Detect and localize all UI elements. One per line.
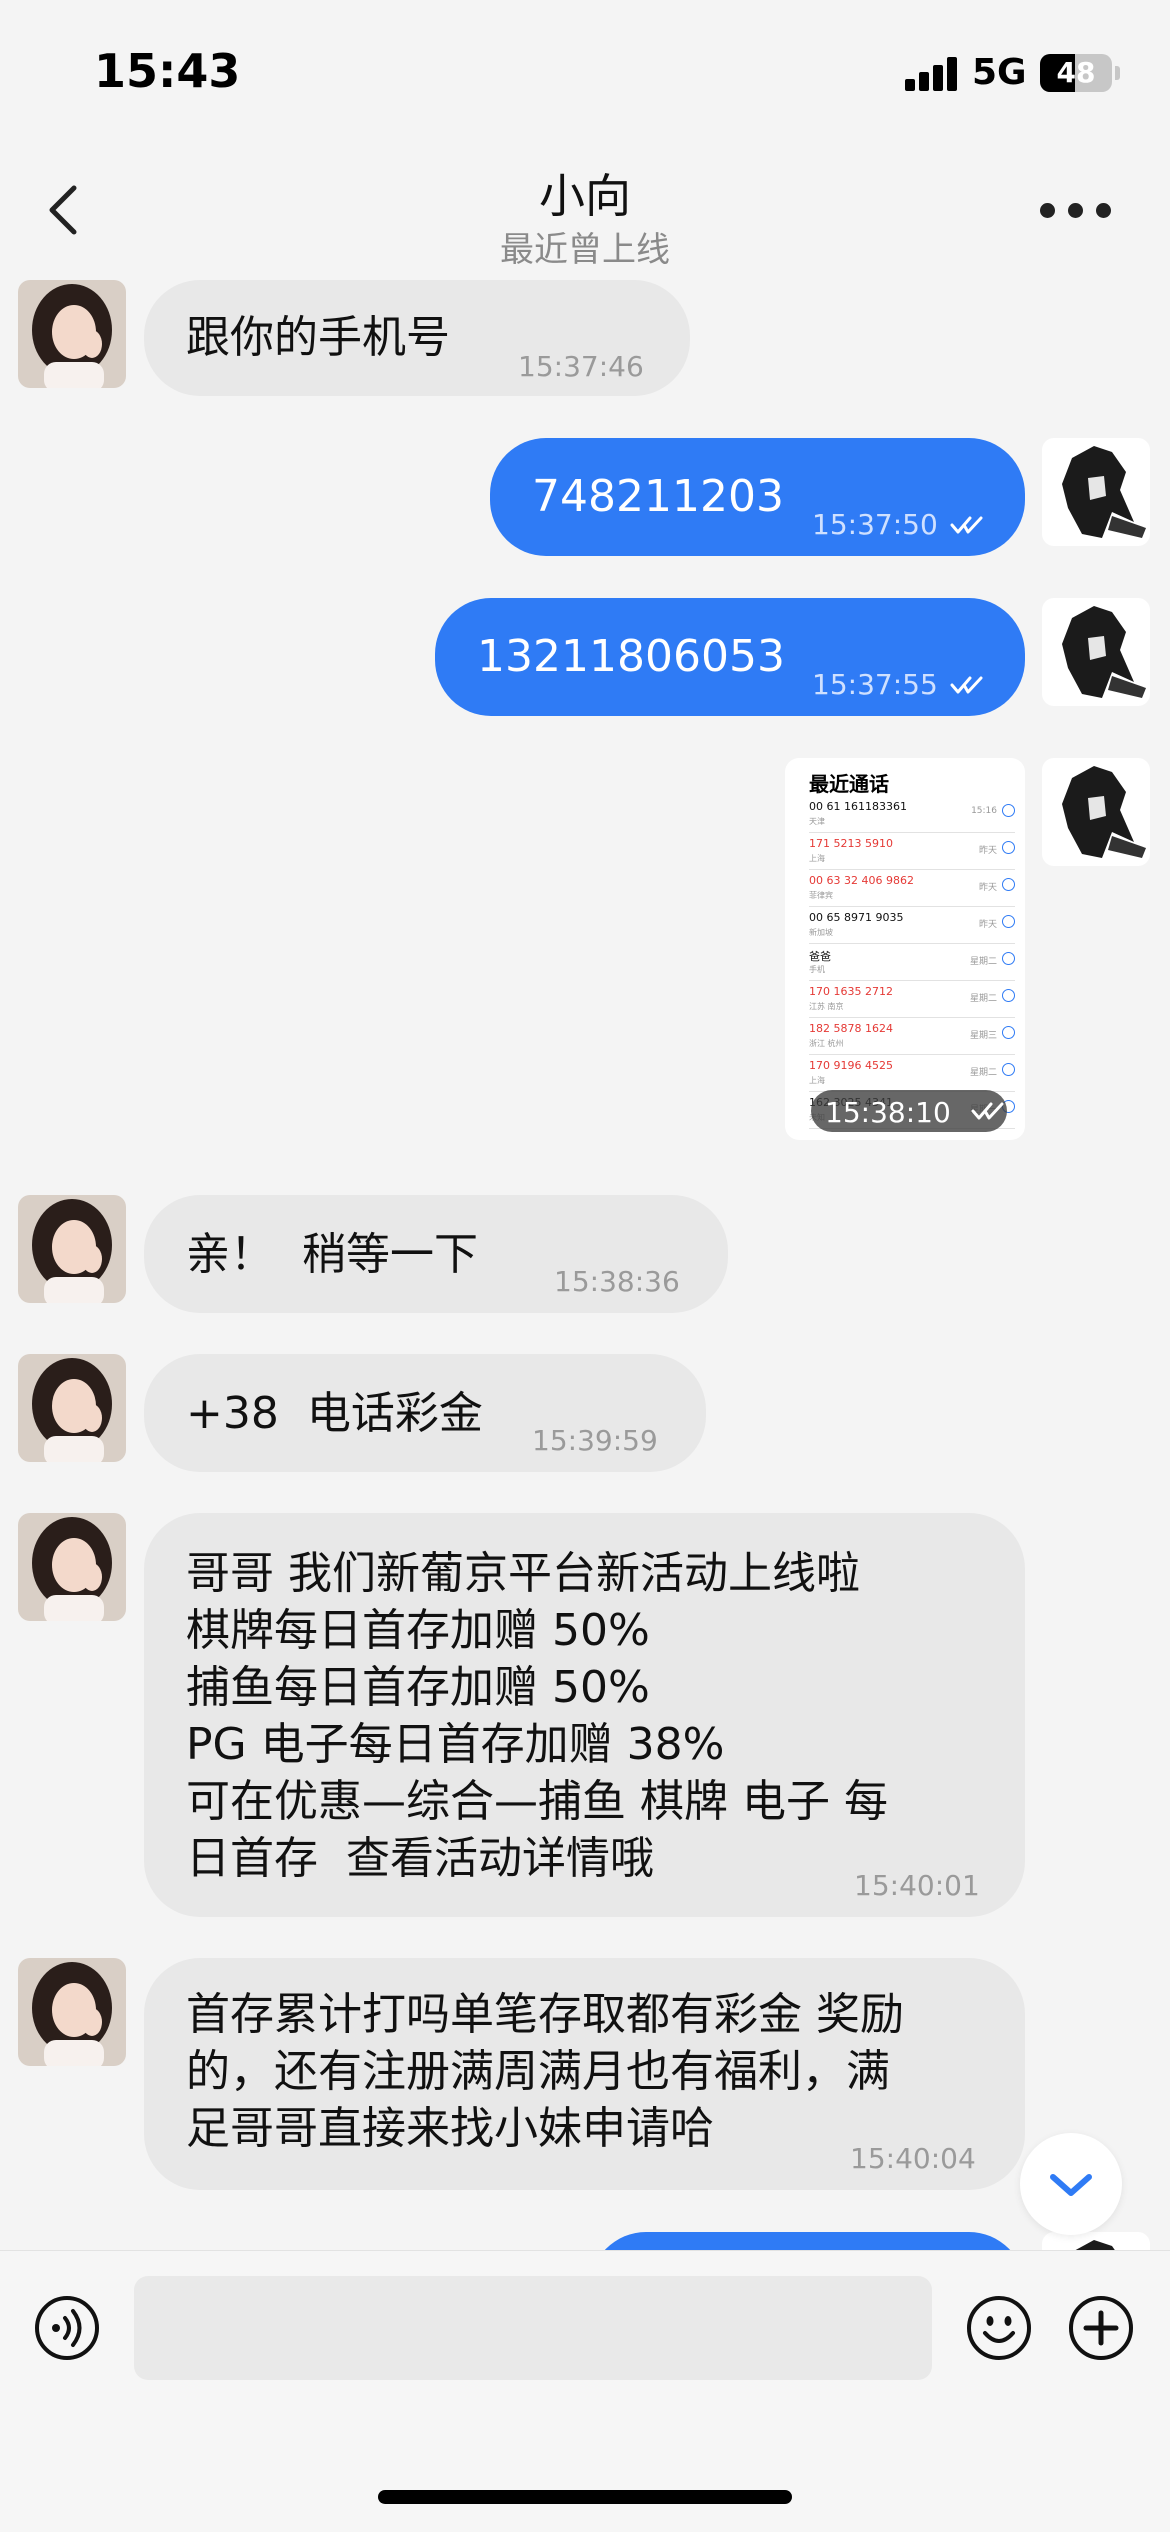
- message-bubble-outgoing[interactable]: 748211203 15:37:50: [490, 438, 1025, 556]
- contact-avatar[interactable]: [18, 1354, 126, 1462]
- contact-avatar[interactable]: [18, 1958, 126, 2066]
- contact-name[interactable]: 小向: [0, 160, 1170, 226]
- message-bubble-incoming[interactable]: +38 电话彩金 15:39:59: [144, 1354, 706, 1472]
- call-log-row: 171 5213 5910 上海 昨天: [809, 833, 1015, 870]
- image-time-badge: 15:38:10: [811, 1090, 1007, 1132]
- call-location: 浙江 杭州: [809, 1039, 844, 1048]
- call-log-row: 182 5878 1624 浙江 杭州 星期三: [809, 1018, 1015, 1055]
- message-time: 15:37:46: [518, 350, 644, 383]
- call-number: 170 1635 2712: [809, 985, 893, 998]
- my-avatar[interactable]: [1042, 438, 1150, 546]
- voice-icon[interactable]: [34, 2295, 100, 2361]
- call-location: 手机: [809, 965, 825, 974]
- contact-avatar[interactable]: [18, 1195, 126, 1303]
- screenshot-title: 最近通话: [809, 772, 889, 796]
- call-log-row: 00 65 8971 9035 新加坡 昨天: [809, 907, 1015, 944]
- message-bubble-incoming[interactable]: 首存累计打吗单笔存取都有彩金 奖励 的，还有注册满周满月也有福利，满 足哥哥直接…: [144, 1958, 1025, 2190]
- call-location: 菲律宾: [809, 891, 833, 900]
- call-location: 江苏 南京: [809, 1002, 844, 1011]
- emoji-icon[interactable]: [966, 2295, 1032, 2361]
- message-time: 15:40:01: [854, 1869, 980, 1902]
- info-icon: [1002, 1063, 1015, 1076]
- info-icon: [1002, 1026, 1015, 1039]
- contact-avatar[interactable]: [18, 1513, 126, 1621]
- more-dots-icon[interactable]: [1040, 195, 1112, 225]
- message-bubble-incoming[interactable]: 哥哥 我们新葡京平台新活动上线啦 棋牌每日首存加赠 50% 捕鱼每日首存加赠 5…: [144, 1513, 1025, 1917]
- message-bubble-incoming[interactable]: 亲！ 稍等一下 15:38:36: [144, 1195, 728, 1313]
- network-label: 5G: [972, 52, 1027, 93]
- info-icon: [1002, 804, 1015, 817]
- call-number: 爸爸: [809, 950, 831, 963]
- call-log-row: 170 9196 4525 上海 星期二: [809, 1055, 1015, 1092]
- call-date: 星期三: [969, 1031, 997, 1041]
- call-log-row: 170 1635 2712 江苏 南京 星期二: [809, 981, 1015, 1018]
- message-text: 748211203: [532, 471, 784, 522]
- info-icon: [1002, 841, 1015, 854]
- message-text: 13211806053: [477, 631, 785, 682]
- info-icon: [1002, 915, 1015, 928]
- double-check-icon: [971, 1102, 1004, 1120]
- my-avatar[interactable]: [1042, 758, 1150, 866]
- scroll-to-bottom-button[interactable]: [1020, 2133, 1122, 2235]
- message-time: 15:38:36: [554, 1265, 680, 1298]
- call-number: 00 65 8971 9035: [809, 911, 904, 924]
- call-date: 昨天: [978, 846, 997, 856]
- info-icon: [1002, 878, 1015, 891]
- call-location: 上海: [809, 854, 825, 863]
- call-date: 星期二: [969, 994, 997, 1004]
- call-date: 昨天: [978, 883, 997, 893]
- message-text: 跟你的手机号: [186, 312, 450, 363]
- info-icon: [1002, 952, 1015, 965]
- call-number: 00 63 32 406 9862: [809, 874, 914, 887]
- battery-icon: 48: [1040, 54, 1112, 92]
- message-text: 哥哥 我们新葡京平台新活动上线啦 棋牌每日首存加赠 50% 捕鱼每日首存加赠 5…: [186, 1548, 888, 1884]
- message-bubble-outgoing[interactable]: [590, 2232, 1025, 2250]
- call-log-row: 爸爸手机 星期二: [809, 944, 1015, 981]
- call-location: 上海: [809, 1076, 825, 1085]
- info-icon: [1002, 989, 1015, 1002]
- message-text: 首存累计打吗单笔存取都有彩金 奖励 的，还有注册满周满月也有福利，满 足哥哥直接…: [186, 1989, 904, 2154]
- call-date: 昨天: [978, 920, 997, 930]
- message-bubble-outgoing[interactable]: 13211806053 15:37:55: [435, 598, 1025, 716]
- contact-avatar[interactable]: [18, 280, 126, 388]
- message-list[interactable]: 跟你的手机号 15:37:46 748211203 15:37:50 13211…: [0, 270, 1170, 2250]
- call-location: 天津: [809, 817, 825, 826]
- double-check-icon: [950, 676, 983, 694]
- message-time: 15:37:55: [812, 668, 938, 701]
- call-date: 星期二: [969, 1068, 997, 1078]
- message-time: 15:37:50: [812, 508, 938, 541]
- chat-screen: 15:43 5G 48 小向 最近曾上线 跟你的手机号 15:37:46 748…: [0, 0, 1170, 2532]
- home-indicator[interactable]: [378, 2490, 792, 2504]
- battery-level: 48: [1056, 56, 1096, 89]
- call-number: 00 61 161183361: [809, 800, 907, 813]
- message-bubble-incoming[interactable]: 跟你的手机号 15:37:46: [144, 280, 690, 396]
- message-text: +38 电话彩金: [186, 1388, 483, 1439]
- my-avatar[interactable]: [1042, 598, 1150, 706]
- signal-icon: [905, 55, 957, 91]
- call-number: 171 5213 5910: [809, 837, 893, 850]
- image-message[interactable]: 最近通话 00 61 161183361 天津 15:16 171 5213 5910…: [785, 758, 1025, 1140]
- plus-icon[interactable]: [1068, 2295, 1134, 2361]
- call-log-row: 00 63 32 406 9862 菲律宾 昨天: [809, 870, 1015, 907]
- call-number: 182 5878 1624: [809, 1022, 893, 1035]
- call-number: 170 9196 4525: [809, 1059, 893, 1072]
- call-log-row: 00 61 161183361 天津 15:16: [809, 796, 1015, 833]
- call-date: 星期二: [969, 957, 997, 967]
- chat-header: 小向 最近曾上线: [0, 140, 1170, 270]
- message-time: 15:39:59: [532, 1424, 658, 1457]
- battery-cap: [1115, 66, 1120, 80]
- message-time: 15:38:10: [825, 1096, 951, 1129]
- status-bar: 15:43 5G 48: [0, 0, 1170, 140]
- contact-status: 最近曾上线: [500, 230, 670, 270]
- status-time: 15:43: [94, 44, 241, 98]
- call-date: 15:16: [971, 806, 997, 816]
- chevron-down-icon: [1050, 2174, 1092, 2196]
- double-check-icon: [950, 516, 983, 534]
- message-text: 亲！ 稍等一下: [186, 1229, 478, 1280]
- message-input[interactable]: [134, 2276, 932, 2380]
- call-location: 新加坡: [809, 928, 833, 937]
- message-time: 15:40:04: [850, 2142, 976, 2175]
